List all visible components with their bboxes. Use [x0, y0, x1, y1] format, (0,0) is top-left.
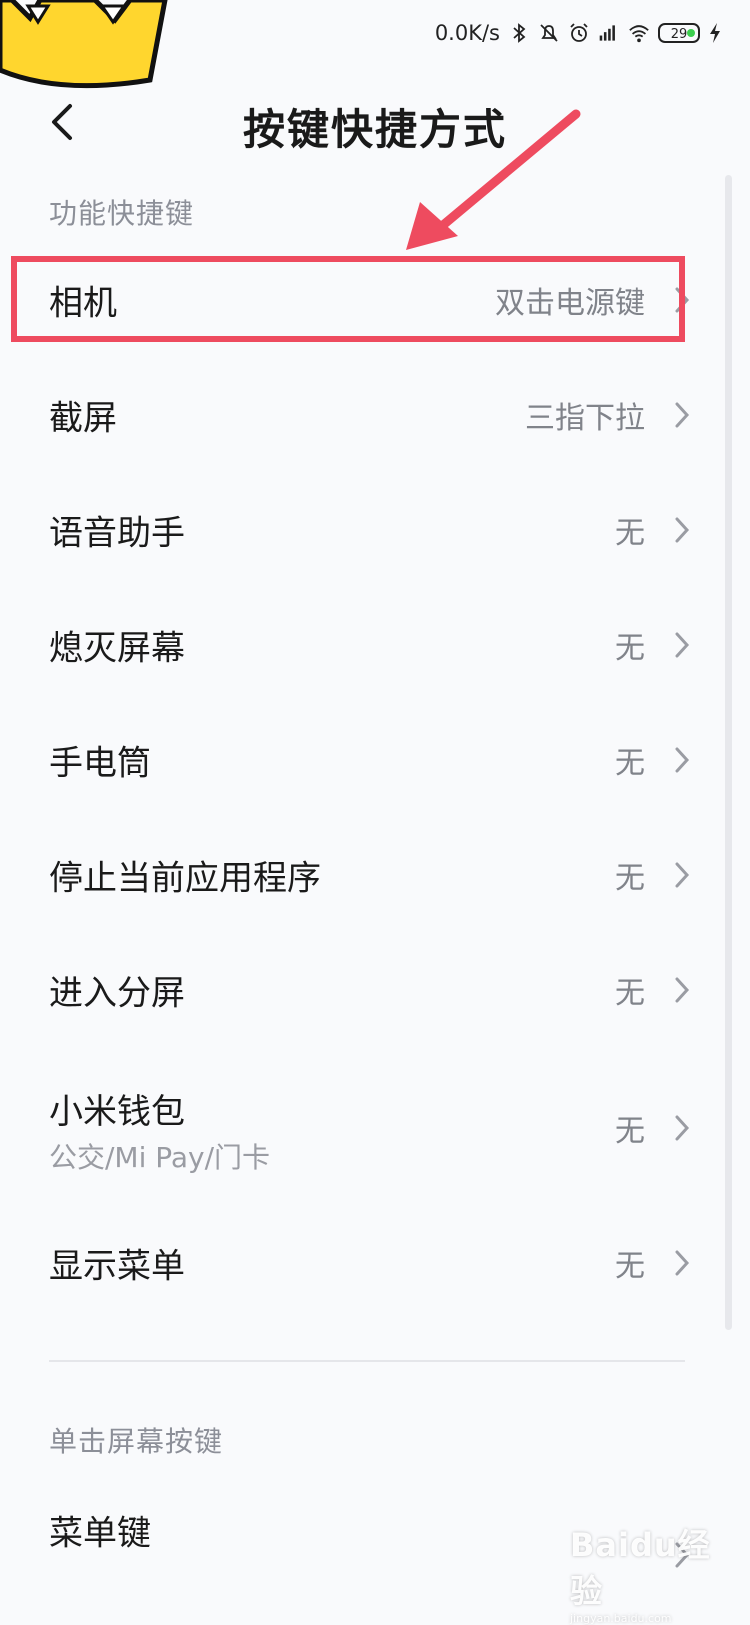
row-value: 无 [615, 976, 645, 1011]
header: 按键快捷方式 [0, 86, 750, 158]
section-title-function-shortcuts: 功能快捷键 [49, 197, 195, 230]
wifi-icon [629, 25, 649, 43]
battery-icon: 29 [658, 23, 700, 43]
row-value: 三指下拉 [525, 401, 645, 436]
chevron-right-icon [675, 517, 690, 543]
row-value: 无 [615, 631, 645, 666]
row-value: 无 [615, 861, 645, 896]
row-label: 小米钱包 [49, 1092, 185, 1132]
row-label: 截屏 [49, 398, 117, 439]
row-label: 进入分屏 [49, 973, 185, 1014]
chevron-right-icon [675, 1250, 690, 1276]
status-bar: 0.0K/s 29 [0, 0, 750, 89]
network-speed: 0.0K/s [434, 21, 500, 45]
watermark-url: jingyan.baidu.com [570, 1612, 672, 1625]
section-divider [49, 1360, 685, 1362]
signal-icon [599, 25, 615, 41]
chevron-right-icon [675, 747, 690, 773]
crown-sticker-icon [0, 0, 168, 89]
alarm-icon [570, 23, 588, 42]
row-mi-wallet[interactable]: 小米钱包 公交/Mi Pay/门卡 无 [0, 1070, 720, 1185]
row-flashlight[interactable]: 手电筒 无 [0, 710, 720, 810]
row-value: 无 [615, 746, 645, 781]
row-stop-current-app[interactable]: 停止当前应用程序 无 [0, 825, 720, 925]
row-value: 无 [615, 1249, 645, 1284]
mute-bell-icon [540, 24, 558, 42]
battery-level: 29 [670, 27, 688, 42]
battery-dot [687, 29, 695, 37]
charging-icon [710, 23, 720, 43]
chevron-right-icon [675, 862, 690, 888]
row-split-screen[interactable]: 进入分屏 无 [0, 940, 720, 1040]
row-label: 语音助手 [49, 513, 185, 554]
row-value: 无 [615, 516, 645, 551]
scrollbar[interactable] [725, 175, 732, 1330]
row-label: 熄灭屏幕 [49, 628, 185, 669]
row-label: 手电筒 [49, 743, 151, 784]
page-title: 按键快捷方式 [242, 105, 507, 154]
watermark-logo: Baidu经验 [570, 1526, 711, 1610]
row-voice-assistant[interactable]: 语音助手 无 [0, 480, 720, 580]
status-icons: 0.0K/s 29 [435, 18, 722, 48]
row-show-menu[interactable]: 显示菜单 无 [0, 1213, 720, 1313]
highlight-box-annotation [11, 256, 685, 342]
row-screenshot[interactable]: 截屏 三指下拉 [0, 365, 720, 465]
chevron-right-icon [675, 977, 690, 1003]
chevron-right-icon [675, 1115, 690, 1140]
chevron-right-icon [675, 402, 690, 428]
section-title-screen-buttons: 单击屏幕按键 [49, 1425, 224, 1458]
row-subtitle: 公交/Mi Pay/门卡 [49, 1141, 271, 1174]
row-label: 菜单键 [49, 1513, 151, 1554]
arrow-annotation-icon [406, 109, 581, 250]
row-label: 停止当前应用程序 [49, 858, 321, 899]
row-screen-off[interactable]: 熄灭屏幕 无 [0, 595, 720, 695]
row-value: 无 [615, 1113, 645, 1149]
bluetooth-icon [513, 23, 526, 43]
row-label: 显示菜单 [49, 1246, 185, 1287]
baidu-jingyan-watermark: Baidu经验 jingyan.baidu.com [570, 1520, 720, 1625]
chevron-right-icon [675, 632, 690, 658]
